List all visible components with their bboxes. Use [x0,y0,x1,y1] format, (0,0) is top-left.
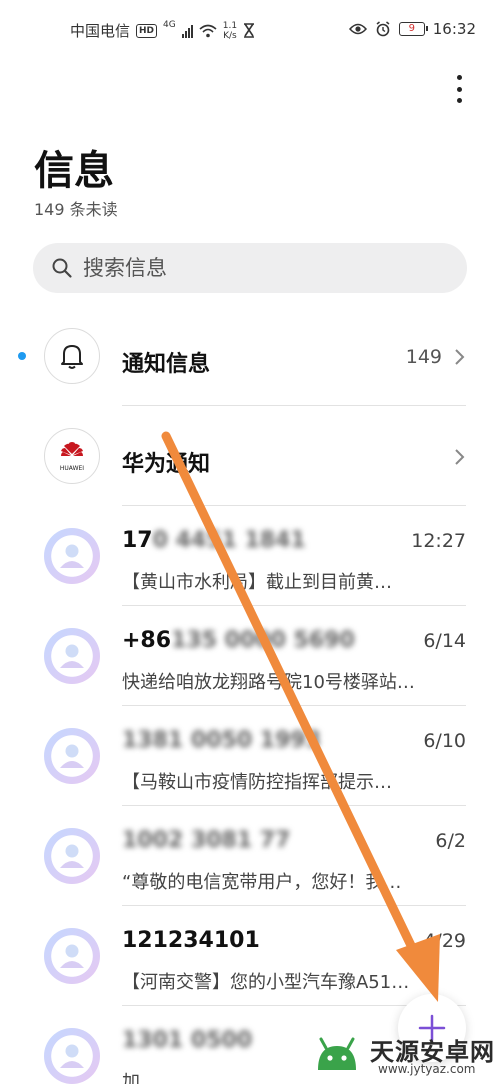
search-bar[interactable] [33,243,467,293]
search-input[interactable] [83,256,443,280]
contact-avatar-icon [44,928,100,984]
eye-icon [348,23,367,35]
name-obscured: 1301 0500 [122,1028,253,1053]
conversation-name: 通知信息 [122,352,211,377]
hourglass-icon [244,23,255,38]
conversation-row[interactable]: 1381 0050 1993 6/10 【马鞍山市疫情防控指挥部提示… [0,706,500,806]
more-options-icon[interactable] [446,72,472,106]
conversation-name: +86135 0000 5690 [122,628,355,653]
conversation-time: 6/14 [423,630,466,652]
conversation-row[interactable]: +86135 0000 5690 6/14 快递给咱放龙翔路号院10号楼驿站… [0,606,500,706]
conversation-name: 1301 0500 [122,1028,252,1053]
contact-avatar-icon [44,828,100,884]
conversation-name: 170 4451 1841 [122,528,306,553]
watermark-url: www.jytyaz.com [378,1062,476,1076]
speed-value: 1.1 [222,20,238,31]
status-bar: 中国电信 HD 4G 1.1 K/s 9 16:32 [0,0,500,60]
carrier-label: 中国电信 [70,22,131,40]
search-icon [52,258,72,278]
status-left: 中国电信 HD 4G 1.1 K/s [70,20,255,41]
hd-badge: HD [136,23,158,38]
name-obscured: 1381 0050 1993 [122,728,322,753]
conversation-row[interactable]: 1002 3081 77 6/2 “尊敬的电信宽带用户，您好！我… [0,806,500,906]
conversation-preview: 快递给咱放龙翔路号院10号楼驿站… [122,672,415,693]
conversation-name: 华为通知 [122,452,211,477]
name-obscured: 0 4451 1841 [152,528,306,553]
conversation-name: 1381 0050 1993 [122,728,321,753]
chevron-right-icon [455,349,465,365]
conversation-row-notifications[interactable]: 通知信息 149 [0,306,500,406]
contact-avatar-icon [44,1028,100,1084]
chevron-right-icon [455,449,465,465]
contact-avatar-icon [44,628,100,684]
conversation-time: 12:27 [411,530,466,552]
conversation-preview: 【黄山市水利局】截止到目前黄… [122,572,392,593]
conversation-row[interactable]: 121234101 4/29 【河南交警】您的小型汽车豫A51… [0,906,500,1006]
network-label: 4G [163,19,176,30]
unread-count: 149 条未读 [34,200,118,219]
page-title: 信息 [34,148,114,194]
name-obscured: 135 0000 5690 [171,628,355,653]
conversation-time: 4/29 [423,930,466,952]
conversation-row-huawei[interactable]: HUAWEI 华为通知 [0,406,500,506]
conversation-row[interactable]: 170 4451 1841 12:27 【黄山市水利局】截止到目前黄… [0,506,500,606]
huawei-logo-text: HUAWEI [60,465,84,472]
speed-unit: K/s [223,30,237,41]
status-right: 9 16:32 [348,20,476,38]
conversation-preview: 【马鞍山市疫情防控指挥部提示… [122,772,392,793]
conversation-time: 6/2 [435,830,466,852]
conversation-preview: “尊敬的电信宽带用户，您好！我… [122,872,402,893]
conversation-name: 121234101 [122,928,260,953]
conversation-name: 1002 3081 77 [122,828,290,853]
contact-avatar-icon [44,728,100,784]
conversation-time: 6/10 [423,730,466,752]
name-visible: +86 [122,628,172,653]
battery-icon: 9 [398,22,428,36]
wifi-icon [199,24,217,37]
signal-icon [181,24,193,38]
conversation-preview: 【河南交警】您的小型汽车豫A51… [122,972,410,993]
watermark: 天源安卓网 www.jytyaz.com [306,1030,496,1080]
clock: 16:32 [432,20,476,38]
contact-avatar-icon [44,528,100,584]
android-logo [318,1037,356,1070]
alarm-icon [376,21,390,37]
bell-icon [44,328,100,384]
network-speed: 1.1 K/s [223,21,237,41]
unread-badge: 149 [405,346,442,368]
unread-dot [18,352,26,360]
huawei-logo: HUAWEI [44,428,100,484]
name-visible: 17 [122,528,153,553]
name-obscured: 1002 3081 77 [122,828,291,853]
